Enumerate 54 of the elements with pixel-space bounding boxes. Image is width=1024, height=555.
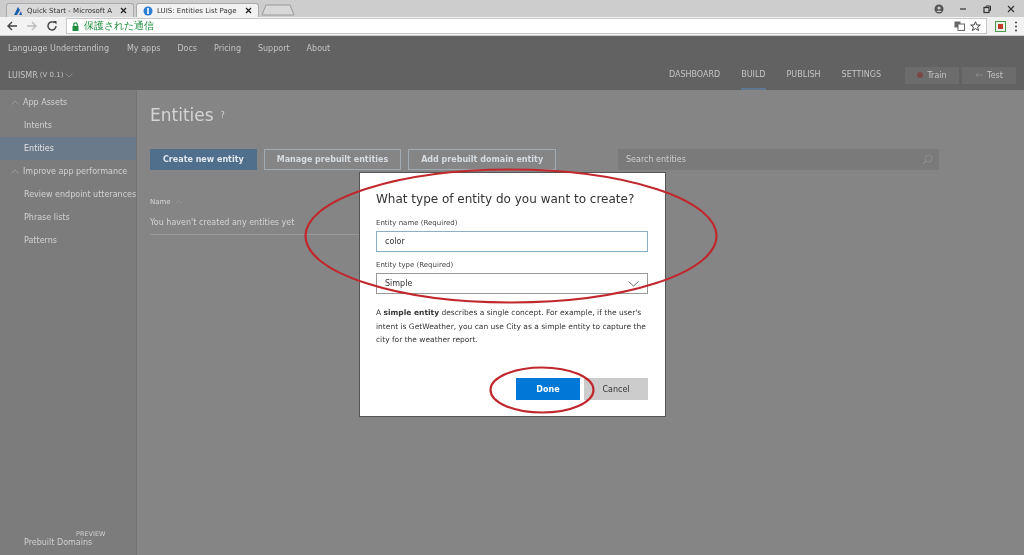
search-input[interactable]: Search entities [624, 154, 922, 165]
cancel-button[interactable]: Cancel [584, 378, 648, 400]
menu-icon[interactable] [1014, 20, 1018, 32]
sidebar-section[interactable]: Improve app performance [0, 160, 136, 183]
circle-logo-icon [142, 5, 153, 16]
chevron-up-icon [11, 100, 19, 105]
done-button[interactable]: Done [516, 378, 580, 400]
lock-icon [72, 21, 79, 31]
nav-link[interactable]: About [306, 43, 331, 53]
sidebar-section[interactable]: App Assets [0, 91, 136, 114]
restore-icon[interactable] [982, 3, 992, 14]
sidebar-item[interactable]: Patterns [0, 229, 136, 252]
dialog-title: What type of entity do you want to create? [376, 192, 636, 206]
arrow-left-icon [975, 72, 984, 78]
star-icon[interactable] [970, 20, 981, 32]
close-icon[interactable] [1006, 3, 1016, 14]
page-title: Entities [150, 105, 214, 125]
chevron-down-icon [628, 280, 639, 287]
action-button[interactable]: Create new entity [150, 149, 257, 170]
input-field[interactable]: color [376, 231, 648, 252]
account-icon[interactable] [934, 3, 944, 14]
back-icon[interactable] [6, 20, 18, 32]
test-button[interactable]: Test [962, 66, 1016, 84]
sidebar-item[interactable]: Intents [0, 114, 136, 137]
help-link[interactable]: ? [220, 110, 225, 120]
sidebar-item[interactable]: Entities [0, 137, 136, 160]
nav-link[interactable]: My apps [126, 43, 161, 53]
sidebar-item[interactable]: Review endpoint utterances [0, 183, 136, 206]
reload-icon[interactable] [46, 20, 58, 32]
search-field[interactable]: Search entities [618, 149, 939, 170]
brand-name[interactable]: Language Understanding [8, 43, 109, 53]
security-label: 保護された通信 [84, 19, 154, 33]
close-icon[interactable] [244, 7, 252, 14]
extension-icon[interactable] [995, 20, 1006, 32]
chevron-up-icon [11, 169, 19, 174]
chevron-down-icon [65, 72, 74, 78]
app-tab[interactable]: DASHBOARD [668, 60, 721, 90]
dropdown[interactable]: Simple [376, 273, 648, 294]
app-tab[interactable]: BUILD [741, 60, 766, 90]
sidebar-item[interactable]: Prebuilt Domains [24, 538, 93, 547]
translate-icon[interactable] [954, 21, 965, 31]
action-button[interactable]: Manage prebuilt entities [263, 149, 402, 170]
app-tab[interactable]: SETTINGS [841, 60, 881, 90]
address-bar[interactable]: 保護された通信 [66, 18, 987, 34]
app-tab[interactable]: PUBLISH [786, 60, 821, 90]
nav-link[interactable]: Docs [177, 43, 197, 53]
nav-link[interactable]: Pricing [214, 43, 241, 53]
close-icon[interactable] [119, 7, 127, 14]
action-button[interactable]: Add prebuilt domain entity [408, 149, 557, 170]
nav-link[interactable]: Support [257, 43, 290, 53]
sidebar-item[interactable]: Phrase lists [0, 206, 136, 229]
dot-icon [917, 72, 924, 78]
train-button[interactable]: Train [905, 66, 959, 84]
triangle-logo-icon [13, 5, 23, 16]
